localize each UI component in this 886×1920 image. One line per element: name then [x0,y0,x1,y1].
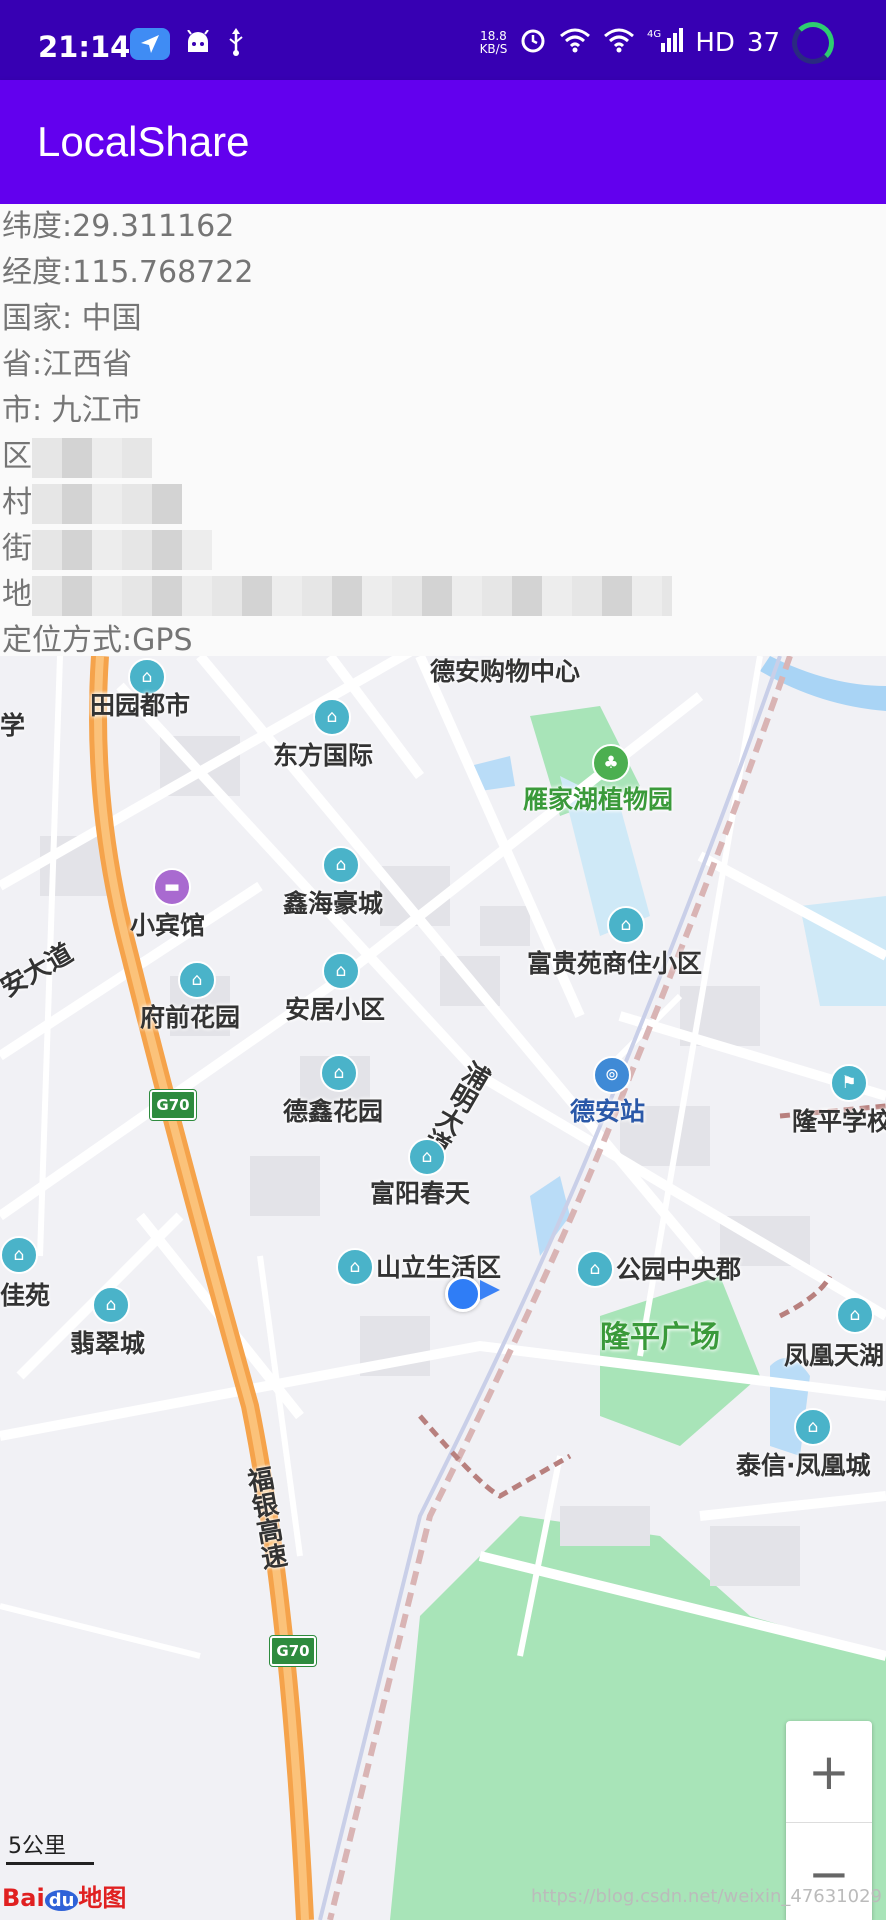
country-text: 国家: 中国 [2,301,142,336]
usb-icon [226,28,246,60]
district-row: 区 [0,434,886,480]
my-location-marker [445,1276,481,1312]
longitude-text: 经度:115.768722 [2,255,254,290]
residential-icon: ⌂ [313,698,351,736]
poi-anju[interactable]: 安居小区 [285,990,385,1026]
poi-deyan-mall[interactable]: 德安购物中心 [430,656,580,688]
wifi-icon [603,27,635,60]
poi-shanli[interactable]: 山立生活区 [376,1248,501,1284]
map-scale-label: 5公里 [8,1834,66,1859]
residential-icon: ⌂ [92,1286,130,1324]
location-arrow-icon [130,28,170,60]
residential-icon: ⌂ [336,1248,374,1286]
poi-feicui[interactable]: 翡翠城 [70,1324,145,1360]
logo-du: du [44,1890,79,1911]
city-text: 市: 九江市 [2,393,142,428]
poi-tianyuan[interactable]: 田园都市 [90,686,190,722]
residential-icon: ⌂ [320,1054,358,1092]
redacted-block [32,483,182,524]
highway-shield: G70 [149,1089,197,1121]
net-speed-value: 18.8 [480,29,507,43]
status-right-icons: 18.8 KB/S 4G HD 37 [480,22,834,64]
battery-icon [792,22,834,64]
svg-text:4G: 4G [647,29,661,40]
residential-icon: ⌂ [322,846,360,884]
location-info: 纬度:29.311162 经度:115.768722 国家: 中国 省:江西省 … [0,204,886,658]
residential-icon: ⌂ [178,961,216,999]
baidu-map-logo: Bai du 地图 [2,1878,126,1913]
redacted-block [32,437,152,478]
map-scale-bar [6,1862,94,1865]
poi-xiaobinguan[interactable]: 小宾馆 [130,906,205,942]
app-bar: LocalShare [0,80,886,204]
poi-dexin[interactable]: 德鑫花园 [283,1092,383,1128]
logo-map: 地图 [78,1884,127,1912]
boundary-line [418,1414,572,1499]
poi-yanjiahu[interactable]: 雁家湖植物园 [523,780,673,816]
poi-longping-school[interactable]: 隆平学校 [792,1102,886,1138]
tree-icon: ♣ [592,744,630,782]
map-view[interactable]: 德安购物中心 ⌂ 田园都市 学 ⌂ 东方国际 ♣ 雁家湖植物园 ▬ 小宾馆 ⌂ … [0,656,886,1920]
logo-bai: Bai [2,1884,45,1912]
poi-taixin[interactable]: 泰信·凤凰城 [736,1446,871,1482]
address-prefix: 地 [2,577,32,612]
village-prefix: 村 [2,485,32,520]
poi-dean-station[interactable]: 德安站 [570,1092,645,1128]
address-row: 地 [0,572,886,618]
status-time: 21:14 [38,30,131,64]
residential-icon: ⌂ [322,952,360,990]
poi-fuyang[interactable]: 富阳春天 [370,1174,470,1210]
network-type: HD [695,28,735,58]
train-station-icon: ⊚ [593,1056,631,1094]
status-bar: 21:14 18.8 KB/S 4G HD 37 [0,0,886,80]
android-icon [184,29,212,58]
latitude-text: 纬度:29.311162 [2,209,235,244]
poi-dongfang[interactable]: 东方国际 [273,736,373,772]
poi-fuguiyuan[interactable]: 富贵苑商住小区 [527,944,702,980]
street-prefix: 街 [2,531,32,566]
net-speed-unit: KB/S [479,42,508,56]
residential-icon: ⌂ [794,1408,832,1446]
app-title: LocalShare [37,118,250,165]
province-text: 省:江西省 [2,347,133,382]
signal-4g-icon: 4G [647,27,684,60]
village-row: 村 [0,480,886,526]
poi-gongyuan[interactable]: 公园中央郡 [616,1250,741,1286]
poi-fenghuang-tian[interactable]: 凤凰天湖 [784,1336,884,1372]
residential-icon: ⌂ [408,1138,446,1176]
residential-icon: ⌂ [836,1296,874,1334]
status-left-icons [130,28,246,60]
poi-fuqian[interactable]: 府前花园 [140,998,240,1034]
redacted-block [32,575,672,616]
poi-longping-square[interactable]: 隆平广场 [600,1312,720,1356]
district-prefix: 区 [2,439,32,474]
battery-level: 37 [746,28,780,58]
poi-xue[interactable]: 学 [0,706,25,742]
poi-xinhai[interactable]: 鑫海豪城 [283,884,383,920]
map-base-layer [0,656,886,1920]
watermark-text: https://blog.csdn.net/weixin_47631029 [530,1886,882,1907]
direction-arrow-icon [480,1280,500,1300]
residential-icon: ⌂ [0,1236,38,1274]
hotel-icon: ▬ [153,868,191,906]
residential-icon: ⌂ [607,906,645,944]
net-speed: 18.8 KB/S [480,30,508,56]
poi-guiyuan[interactable]: 佳苑 [0,1276,50,1312]
alarm-icon [519,26,547,61]
zoom-in-button[interactable]: + [786,1721,872,1822]
residential-icon: ⌂ [576,1250,614,1288]
street-row: 街 [0,526,886,572]
highway-shield: G70 [269,1635,317,1667]
redacted-block [32,529,212,570]
wifi-icon [559,27,591,60]
school-icon: ⚑ [830,1064,868,1102]
